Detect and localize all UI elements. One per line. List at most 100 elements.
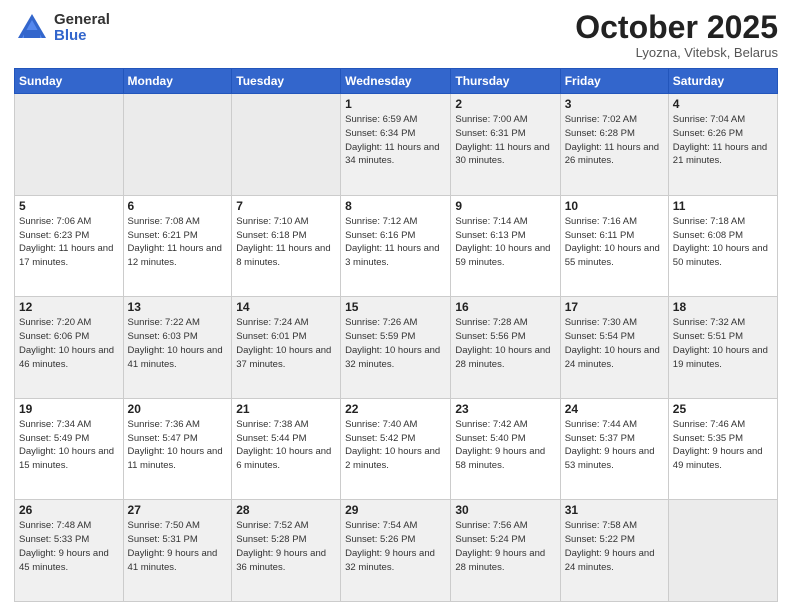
day-info: Sunrise: 7:48 AM Sunset: 5:33 PM Dayligh… xyxy=(19,519,119,574)
logo: General Blue xyxy=(14,10,110,46)
day-info: Sunrise: 7:00 AM Sunset: 6:31 PM Dayligh… xyxy=(455,113,555,168)
calendar-cell: 7Sunrise: 7:10 AM Sunset: 6:18 PM Daylig… xyxy=(232,195,341,297)
calendar-week-4: 19 Sunrise: 7:34 AM Sunset: 5:49 PM Dayli… xyxy=(15,398,778,500)
calendar-week-2: 5 Sunrise: 7:06 AM Sunset: 6:23 PM Daylig… xyxy=(15,195,778,297)
location: Lyozna, Vitebsk, Belarus xyxy=(575,45,778,60)
calendar-cell: 26 Sunrise: 7:48 AM Sunset: 5:33 PM Dayli… xyxy=(15,500,124,602)
weekday-header-sunday: Sunday xyxy=(15,69,124,94)
title-block: October 2025 Lyozna, Vitebsk, Belarus xyxy=(575,10,778,60)
weekday-header-monday: Monday xyxy=(123,69,232,94)
day-number: 29 xyxy=(345,503,446,517)
calendar-cell: 31 Sunrise: 7:58 AM Sunset: 5:22 PM Dayli… xyxy=(560,500,668,602)
calendar-cell: 23 Sunrise: 7:42 AM Sunset: 5:40 PM Dayli… xyxy=(451,398,560,500)
day-number: 3 xyxy=(565,97,664,111)
day-info: Sunrise: 7:40 AM Sunset: 5:42 PM Dayligh… xyxy=(345,418,446,473)
day-number: 28 xyxy=(236,503,336,517)
day-number: 13 xyxy=(128,300,228,314)
day-info: Sunrise: 7:22 AM Sunset: 6:03 PM Dayligh… xyxy=(128,316,228,371)
day-info: Sunrise: 7:58 AM Sunset: 5:22 PM Dayligh… xyxy=(565,519,664,574)
calendar-cell: 11 Sunrise: 7:18 AM Sunset: 6:08 PM Dayli… xyxy=(668,195,777,297)
day-number: 25 xyxy=(673,402,773,416)
day-info: Sunrise: 7:34 AM Sunset: 5:49 PM Dayligh… xyxy=(19,418,119,473)
day-info: Sunrise: 7:16 AM Sunset: 6:11 PM Dayligh… xyxy=(565,215,664,270)
calendar-cell: 20 Sunrise: 7:36 AM Sunset: 5:47 PM Dayli… xyxy=(123,398,232,500)
weekday-header-saturday: Saturday xyxy=(668,69,777,94)
weekday-header-wednesday: Wednesday xyxy=(341,69,451,94)
calendar-cell: 9 Sunrise: 7:14 AM Sunset: 6:13 PM Daylig… xyxy=(451,195,560,297)
day-number: 11 xyxy=(673,199,773,213)
day-number: 20 xyxy=(128,402,228,416)
logo-icon xyxy=(14,10,50,46)
day-info: Sunrise: 7:10 AM Sunset: 6:18 PM Dayligh… xyxy=(236,215,336,270)
day-info: Sunrise: 7:50 AM Sunset: 5:31 PM Dayligh… xyxy=(128,519,228,574)
calendar-week-1: 1 Sunrise: 6:59 AM Sunset: 6:34 PM Daylig… xyxy=(15,94,778,196)
calendar-cell xyxy=(232,94,341,196)
calendar-week-5: 26 Sunrise: 7:48 AM Sunset: 5:33 PM Dayli… xyxy=(15,500,778,602)
day-info: Sunrise: 7:46 AM Sunset: 5:35 PM Dayligh… xyxy=(673,418,773,473)
calendar-table: SundayMondayTuesdayWednesdayThursdayFrid… xyxy=(14,68,778,602)
day-number: 17 xyxy=(565,300,664,314)
calendar-cell: 2 Sunrise: 7:00 AM Sunset: 6:31 PM Daylig… xyxy=(451,94,560,196)
day-number: 1 xyxy=(345,97,446,111)
day-info: Sunrise: 7:32 AM Sunset: 5:51 PM Dayligh… xyxy=(673,316,773,371)
day-info: Sunrise: 7:52 AM Sunset: 5:28 PM Dayligh… xyxy=(236,519,336,574)
day-number: 4 xyxy=(673,97,773,111)
weekday-header-thursday: Thursday xyxy=(451,69,560,94)
day-info: Sunrise: 7:08 AM Sunset: 6:21 PM Dayligh… xyxy=(128,215,228,270)
calendar-cell: 19 Sunrise: 7:34 AM Sunset: 5:49 PM Dayli… xyxy=(15,398,124,500)
calendar-cell xyxy=(123,94,232,196)
page: General Blue October 2025 Lyozna, Vitebs… xyxy=(0,0,792,612)
day-info: Sunrise: 6:59 AM Sunset: 6:34 PM Dayligh… xyxy=(345,113,446,168)
day-info: Sunrise: 7:36 AM Sunset: 5:47 PM Dayligh… xyxy=(128,418,228,473)
weekday-header-friday: Friday xyxy=(560,69,668,94)
calendar-cell xyxy=(15,94,124,196)
calendar-cell: 25 Sunrise: 7:46 AM Sunset: 5:35 PM Dayli… xyxy=(668,398,777,500)
day-number: 19 xyxy=(19,402,119,416)
day-info: Sunrise: 7:14 AM Sunset: 6:13 PM Dayligh… xyxy=(455,215,555,270)
day-number: 12 xyxy=(19,300,119,314)
day-number: 21 xyxy=(236,402,336,416)
day-number: 8 xyxy=(345,199,446,213)
month-title: October 2025 xyxy=(575,10,778,45)
calendar-cell: 1 Sunrise: 6:59 AM Sunset: 6:34 PM Daylig… xyxy=(341,94,451,196)
calendar-cell: 27Sunrise: 7:50 AM Sunset: 5:31 PM Dayli… xyxy=(123,500,232,602)
logo-blue-text: Blue xyxy=(54,28,110,45)
calendar-cell: 22Sunrise: 7:40 AM Sunset: 5:42 PM Dayli… xyxy=(341,398,451,500)
day-info: Sunrise: 7:30 AM Sunset: 5:54 PM Dayligh… xyxy=(565,316,664,371)
day-number: 15 xyxy=(345,300,446,314)
day-number: 14 xyxy=(236,300,336,314)
logo-general-text: General xyxy=(54,12,110,29)
calendar-cell: 3 Sunrise: 7:02 AM Sunset: 6:28 PM Daylig… xyxy=(560,94,668,196)
calendar-cell: 21 Sunrise: 7:38 AM Sunset: 5:44 PM Dayli… xyxy=(232,398,341,500)
day-number: 9 xyxy=(455,199,555,213)
header: General Blue October 2025 Lyozna, Vitebs… xyxy=(14,10,778,60)
day-number: 6 xyxy=(128,199,228,213)
day-info: Sunrise: 7:02 AM Sunset: 6:28 PM Dayligh… xyxy=(565,113,664,168)
day-number: 5 xyxy=(19,199,119,213)
day-number: 18 xyxy=(673,300,773,314)
day-number: 31 xyxy=(565,503,664,517)
logo-text: General Blue xyxy=(54,12,110,45)
weekday-header-row: SundayMondayTuesdayWednesdayThursdayFrid… xyxy=(15,69,778,94)
calendar-cell: 18 Sunrise: 7:32 AM Sunset: 5:51 PM Dayli… xyxy=(668,297,777,399)
day-number: 16 xyxy=(455,300,555,314)
day-number: 23 xyxy=(455,402,555,416)
calendar-cell: 8Sunrise: 7:12 AM Sunset: 6:16 PM Daylig… xyxy=(341,195,451,297)
calendar-cell: 6 Sunrise: 7:08 AM Sunset: 6:21 PM Daylig… xyxy=(123,195,232,297)
calendar-cell: 30Sunrise: 7:56 AM Sunset: 5:24 PM Dayli… xyxy=(451,500,560,602)
calendar-cell: 14 Sunrise: 7:24 AM Sunset: 6:01 PM Dayli… xyxy=(232,297,341,399)
day-info: Sunrise: 7:42 AM Sunset: 5:40 PM Dayligh… xyxy=(455,418,555,473)
day-info: Sunrise: 7:54 AM Sunset: 5:26 PM Dayligh… xyxy=(345,519,446,574)
calendar-cell: 17 Sunrise: 7:30 AM Sunset: 5:54 PM Dayli… xyxy=(560,297,668,399)
calendar-cell xyxy=(668,500,777,602)
calendar-cell: 13 Sunrise: 7:22 AM Sunset: 6:03 PM Dayli… xyxy=(123,297,232,399)
day-info: Sunrise: 7:24 AM Sunset: 6:01 PM Dayligh… xyxy=(236,316,336,371)
calendar-cell: 28 Sunrise: 7:52 AM Sunset: 5:28 PM Dayli… xyxy=(232,500,341,602)
day-number: 24 xyxy=(565,402,664,416)
day-number: 2 xyxy=(455,97,555,111)
day-info: Sunrise: 7:28 AM Sunset: 5:56 PM Dayligh… xyxy=(455,316,555,371)
day-info: Sunrise: 7:18 AM Sunset: 6:08 PM Dayligh… xyxy=(673,215,773,270)
day-number: 26 xyxy=(19,503,119,517)
day-info: Sunrise: 7:06 AM Sunset: 6:23 PM Dayligh… xyxy=(19,215,119,270)
day-info: Sunrise: 7:38 AM Sunset: 5:44 PM Dayligh… xyxy=(236,418,336,473)
